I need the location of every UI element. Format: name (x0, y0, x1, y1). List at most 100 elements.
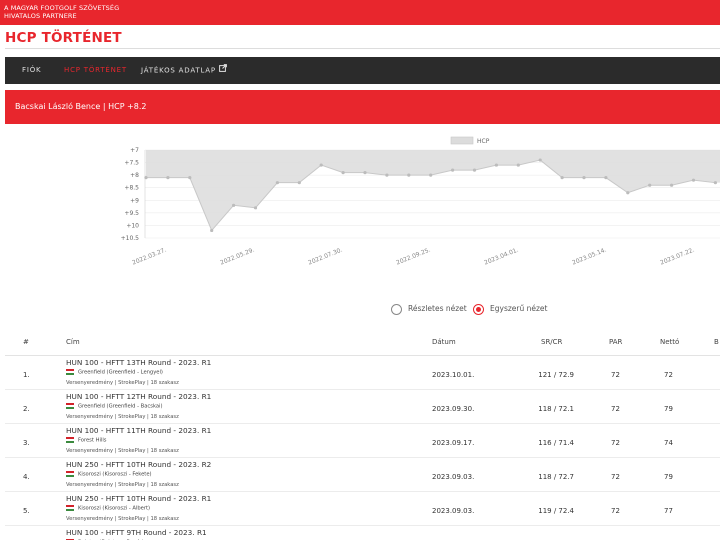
row-course-name: Kisoroszi (Kisoroszi - Fekete) (78, 471, 152, 478)
chart-data-point[interactable] (516, 163, 520, 167)
chart-data-point[interactable] (253, 206, 258, 210)
table-row[interactable]: 6.HUN 100 - HFTT 9TH Round - 2023. R1Bal… (5, 526, 720, 540)
chart-data-point[interactable] (297, 181, 301, 185)
row-title[interactable]: HUN 100 - HFTT 9TH Round - 2023. R1 (66, 528, 207, 537)
external-link-icon (219, 57, 227, 84)
chart-x-tick-label: 2022.03.27. (131, 247, 167, 267)
chart-data-point[interactable] (538, 158, 542, 162)
row-netto: 72 (664, 371, 673, 379)
row-course: Kisoroszi (Kisoroszi - Fekete) (66, 471, 152, 478)
nav-tab-jatekos-adatlap[interactable]: JÁTÉKOS ADATLAP (141, 57, 227, 84)
col-header-num: # (23, 338, 29, 346)
table-row[interactable]: 1. HUN 100 - HFTT 13TH Round - 2023. R1 Gr… (5, 356, 720, 390)
chart-data-point[interactable] (341, 171, 345, 175)
table-row[interactable]: 4. HUN 250 - HFTT 10TH Round - 2023. R2 Ki… (5, 458, 720, 492)
col-header-srcr[interactable]: SR/CR (541, 338, 562, 346)
chart-y-tick-label: +8 (130, 172, 139, 179)
top-banner: A MAGYAR FOOTGOLF SZÖVETSÉG HIVATALOS PA… (0, 0, 720, 25)
chart-data-point[interactable] (560, 176, 564, 180)
nav-bar: FIÓK HCP TÖRTÉNET JÁTÉKOS ADATLAP (5, 57, 720, 84)
chart-legend-swatch[interactable] (450, 136, 474, 145)
row-srcr: 119 / 72.4 (538, 507, 574, 515)
chart-data-point[interactable] (713, 181, 718, 185)
chart-data-point[interactable] (626, 191, 630, 195)
chart-data-point[interactable] (232, 203, 236, 207)
row-course: Greenfield (Greenfield - Bacskai) (66, 403, 163, 410)
partner-brand: A MAGYAR FOOTGOLF SZÖVETSÉG HIVATALOS PA… (4, 4, 119, 20)
partner-brand-line2: HIVATALOS PARTNERE (4, 12, 77, 20)
row-date: 2023.09.03. (432, 473, 475, 481)
chart-data-point[interactable] (472, 168, 477, 172)
page-title: HCP TÖRTÉNET (5, 30, 122, 46)
chart-data-point[interactable] (144, 176, 148, 180)
row-meta: Versenyeredmény | StrokePlay | 18 szakas… (66, 380, 179, 386)
col-header-title[interactable]: Cím (66, 338, 80, 346)
nav-tab-hcp-tortenet[interactable]: HCP TÖRTÉNET (64, 57, 127, 84)
chart-y-tick-label: +10 (126, 222, 139, 229)
chart-data-point[interactable] (319, 163, 323, 167)
row-number: 1. (23, 371, 30, 379)
table-row[interactable]: 2. HUN 100 - HFTT 12TH Round - 2023. R1 Gr… (5, 390, 720, 424)
col-header-extra[interactable]: B (714, 338, 719, 346)
detailed-view-label[interactable]: Részletes nézet (408, 304, 467, 313)
chart-legend-label[interactable]: HCP (477, 138, 490, 145)
chart-data-point[interactable] (210, 228, 214, 233)
row-netto: 74 (664, 439, 673, 447)
row-netto: 79 (664, 473, 673, 481)
chart-data-point[interactable] (604, 176, 608, 180)
hungary-flag-icon (66, 471, 74, 477)
col-header-par[interactable]: PAR (609, 338, 622, 346)
chart-x-tick-label: 2023.05.14. (571, 247, 607, 267)
chart-data-point[interactable] (407, 173, 411, 177)
row-course-name: Kisoroszi (Kisoroszi - Albert) (78, 505, 151, 512)
simple-view-label[interactable]: Egyszerű nézet (490, 304, 547, 313)
row-netto: 77 (664, 507, 673, 515)
chart-x-tick-label: 2022.09.25. (395, 247, 431, 267)
row-srcr: 118 / 72.1 (538, 405, 574, 413)
chart-data-point[interactable] (385, 173, 389, 177)
row-srcr: 116 / 71.4 (538, 439, 574, 447)
row-course-name: Greenfield (Greenfield - Bacskai) (78, 403, 163, 410)
row-title[interactable]: HUN 100 - HFTT 11TH Round - 2023. R1 (66, 426, 211, 435)
row-date: 2023.09.03. (432, 507, 475, 515)
hungary-flag-icon (66, 505, 74, 511)
hungary-flag-icon (66, 369, 74, 375)
nav-tab-fiok[interactable]: FIÓK (22, 57, 41, 84)
row-title[interactable]: HUN 250 - HFTT 10TH Round - 2023. R1 (66, 494, 211, 503)
chart-data-point[interactable] (188, 176, 192, 180)
chart-y-tick-label: +7.5 (124, 160, 139, 167)
table-row[interactable]: 5. HUN 250 - HFTT 10TH Round - 2023. R1 Ki… (5, 492, 720, 526)
table-row[interactable]: 3. HUN 100 - HFTT 11TH Round - 2023. R1 Fo… (5, 424, 720, 458)
row-par: 72 (611, 439, 620, 447)
simple-view-radio[interactable] (473, 304, 484, 315)
nav-tab-fiok-label: FIÓK (22, 66, 42, 74)
chart-y-tick-label: +7 (130, 147, 139, 154)
chart-data-point[interactable] (648, 183, 652, 187)
chart-data-point[interactable] (429, 173, 433, 177)
chart-data-point[interactable] (494, 163, 498, 167)
detailed-view-radio[interactable] (391, 304, 402, 315)
col-header-netto[interactable]: Nettó (660, 338, 679, 346)
row-number: 2. (23, 405, 30, 413)
nav-tab-jatekos-adatlap-label: JÁTÉKOS ADATLAP (141, 66, 216, 75)
row-par: 72 (611, 405, 620, 413)
hungary-flag-icon (66, 437, 74, 443)
row-netto: 79 (664, 405, 673, 413)
row-meta: Versenyeredmény | StrokePlay | 18 szakas… (66, 414, 179, 420)
chart-data-point[interactable] (451, 168, 455, 172)
chart-y-tick-label: +10.5 (121, 235, 140, 242)
chart-data-point[interactable] (582, 176, 586, 180)
chart-data-point[interactable] (670, 183, 674, 187)
row-course: Greenfield (Greenfield - Lengyel) (66, 369, 163, 376)
col-header-date[interactable]: Dátum (432, 338, 456, 346)
chart-data-point[interactable] (363, 171, 367, 175)
chart-data-point[interactable] (691, 178, 696, 182)
chart-y-tick-label: +8.5 (124, 185, 139, 192)
row-title[interactable]: HUN 100 - HFTT 13TH Round - 2023. R1 (66, 358, 211, 367)
row-meta: Versenyeredmény | StrokePlay | 18 szakas… (66, 516, 179, 522)
chart-data-point[interactable] (275, 181, 279, 185)
chart-data-point[interactable] (166, 176, 170, 180)
row-title[interactable]: HUN 100 - HFTT 12TH Round - 2023. R1 (66, 392, 211, 401)
row-title[interactable]: HUN 250 - HFTT 10TH Round - 2023. R2 (66, 460, 211, 469)
nav-tab-hcp-tortenet-label: HCP TÖRTÉNET (64, 66, 127, 74)
